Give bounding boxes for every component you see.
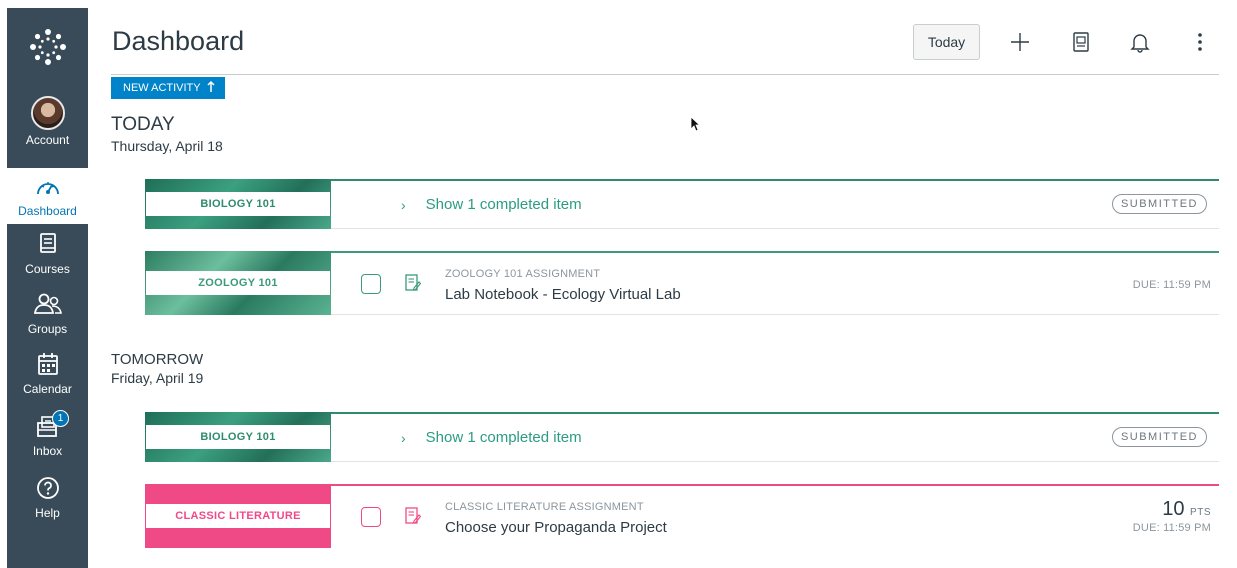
bell-icon[interactable] — [1126, 28, 1154, 56]
nav-item-account[interactable]: Account — [7, 96, 88, 147]
chevron-right-icon: › — [401, 196, 406, 213]
inbox-unread-badge: 1 — [52, 410, 69, 427]
nav-item-dashboard[interactable]: Dashboard — [7, 168, 88, 224]
nav-item-label: Account — [25, 133, 70, 147]
nav-item-label: Calendar — [23, 382, 72, 396]
course-banner[interactable]: ZOOLOGY 101 — [145, 251, 331, 315]
nav-item-inbox[interactable]: 1 Inbox — [7, 410, 88, 458]
course-name: CLASSIC LITERATURE — [146, 504, 330, 528]
status-badge: SUBMITTED — [1111, 194, 1207, 214]
nav-item-label: Courses — [25, 262, 70, 276]
assignment-title-link[interactable]: Lab Notebook - Ecology Virtual Lab — [445, 286, 681, 303]
chevron-right-icon: › — [401, 429, 406, 446]
status-badge: SUBMITTED — [1111, 427, 1207, 447]
header-divider — [111, 74, 1219, 75]
course-name: BIOLOGY 101 — [146, 192, 330, 216]
mouse-cursor-icon — [690, 116, 701, 137]
grades-icon[interactable] — [1067, 28, 1095, 56]
add-icon[interactable] — [1006, 28, 1034, 56]
completion-checkbox[interactable] — [361, 507, 381, 527]
courses-book-icon — [37, 232, 59, 259]
today-button[interactable]: Today — [913, 24, 980, 60]
day-label: TODAY — [111, 114, 175, 135]
nav-item-courses[interactable]: Courses — [7, 232, 88, 276]
row-divider — [331, 461, 1219, 462]
course-name: ZOOLOGY 101 — [146, 271, 330, 295]
row-divider — [331, 228, 1219, 229]
course-banner[interactable]: BIOLOGY 101 — [145, 412, 331, 462]
day-heading-today: TODAY Thursday, April 18 — [111, 114, 223, 154]
course-banner[interactable]: BIOLOGY 101 — [145, 179, 331, 229]
points-value: 10 PTS — [1162, 498, 1211, 521]
day-heading-tomorrow: TOMORROW Friday, April 19 — [111, 351, 203, 386]
nav-item-groups[interactable]: Groups — [7, 292, 88, 336]
planner-dashboard-page: Account Dashboard Courses Groups Calenda… — [0, 0, 1237, 568]
due-time: DUE: 11:59 PM — [1132, 522, 1211, 534]
nav-item-calendar[interactable]: Calendar — [7, 352, 88, 396]
day-date: Thursday, April 18 — [111, 138, 223, 154]
planner-item-row: BIOLOGY 101 › Show 1 completed item SUBM… — [145, 179, 1219, 229]
page-title: Dashboard — [112, 26, 245, 56]
assignment-icon — [405, 274, 422, 292]
points-number: 10 — [1162, 498, 1185, 520]
due-time: DUE: 11:59 PM — [1132, 279, 1211, 291]
global-navigation: Account Dashboard Courses Groups Calenda… — [7, 8, 88, 568]
show-completed-label: Show 1 completed item — [425, 196, 582, 213]
assignment-title-link[interactable]: Choose your Propaganda Project — [445, 519, 667, 536]
day-label: TOMORROW — [111, 351, 204, 368]
new-activity-label: NEW ACTIVITY — [123, 82, 201, 94]
show-completed-toggle[interactable]: › Show 1 completed item — [401, 196, 582, 213]
course-name: BIOLOGY 101 — [146, 425, 330, 449]
assignment-type: ZOOLOGY 101 ASSIGNMENT — [445, 268, 601, 280]
day-date: Friday, April 19 — [111, 370, 204, 386]
nav-item-label: Help — [35, 506, 60, 520]
groups-people-icon — [33, 292, 63, 319]
row-divider — [331, 314, 1219, 315]
dashboard-gauge-icon — [34, 176, 62, 201]
calendar-icon — [37, 352, 59, 379]
canvas-logo-icon[interactable] — [7, 16, 88, 78]
planner-item-row: CLASSIC LITERATURE CLASSIC LITERATURE AS… — [145, 484, 1219, 548]
arrow-up-icon — [207, 80, 215, 96]
planner-item-row: ZOOLOGY 101 ZOOLOGY 101 ASSIGNMENT Lab N… — [145, 251, 1219, 315]
assignment-icon — [405, 507, 422, 525]
new-activity-button[interactable]: NEW ACTIVITY — [111, 77, 225, 99]
nav-item-help[interactable]: Help — [7, 476, 88, 520]
nav-item-label: Inbox — [32, 444, 63, 458]
points-unit: PTS — [1190, 507, 1211, 518]
avatar — [30, 96, 65, 130]
show-completed-label: Show 1 completed item — [425, 429, 582, 446]
show-completed-toggle[interactable]: › Show 1 completed item — [401, 429, 582, 446]
nav-item-label: Dashboard — [18, 204, 77, 218]
kebab-menu-icon[interactable] — [1186, 28, 1214, 56]
nav-item-label: Groups — [27, 322, 68, 336]
assignment-type: CLASSIC LITERATURE ASSIGNMENT — [445, 501, 644, 513]
help-question-icon — [36, 476, 60, 503]
completion-checkbox[interactable] — [361, 274, 381, 294]
course-banner[interactable]: CLASSIC LITERATURE — [145, 484, 331, 548]
planner-item-row: BIOLOGY 101 › Show 1 completed item SUBM… — [145, 412, 1219, 462]
